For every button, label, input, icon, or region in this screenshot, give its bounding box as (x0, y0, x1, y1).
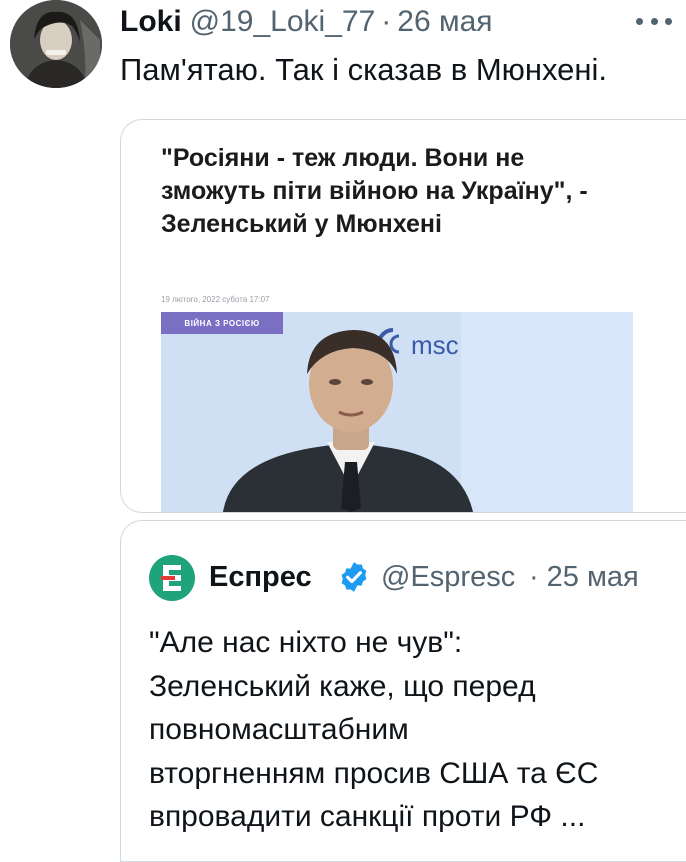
tweet-text: Пам'ятаю. Так і сказав в Мюнхені. (120, 52, 608, 87)
category-tag: ВІЙНА З РОСІЄЮ (161, 312, 283, 334)
avatar-photo (10, 0, 102, 88)
article-photo: msc ВІЙНА З РОСІЄЮ (161, 312, 633, 512)
verified-badge-icon (341, 562, 367, 592)
tweet-media-image[interactable]: "Росіяни - теж люди. Вони не зможуть піт… (120, 119, 686, 513)
quote-header: Еспрес @Espresc · 25 мая (209, 557, 686, 597)
user-handle[interactable]: @19_Loki_77 (190, 5, 376, 39)
tweet-date[interactable]: 26 мая (397, 5, 492, 39)
separator-dot: · (529, 560, 539, 593)
more-dots-icon[interactable] (636, 14, 672, 28)
avatar[interactable] (10, 0, 102, 88)
article-headline: "Росіяни - теж люди. Вони не зможуть піт… (161, 144, 588, 238)
separator-dot: · (381, 5, 392, 38)
quoted-tweet[interactable]: Еспрес @Espresc · 25 мая "Але нас ніхто … (120, 520, 686, 862)
tweet-header: Loki @19_Loki_77 · 26 мая (120, 4, 686, 40)
quote-text-line: "Але нас ніхто не чув": (149, 626, 463, 659)
quote-display-name[interactable]: Еспрес (209, 561, 335, 594)
msc-logo-text: msc (411, 330, 459, 360)
more-dot (650, 17, 658, 25)
quote-text-line: вторгненням просив США та ЄС (149, 756, 599, 790)
quote-text-line: повномасштабним (149, 713, 409, 746)
quote-avatar[interactable] (149, 555, 195, 601)
quote-handle[interactable]: @Espresc (381, 561, 527, 594)
more-dot (665, 17, 672, 25)
quote-date[interactable]: 25 мая (547, 561, 639, 594)
quote-text: "Але нас ніхто не чув": Зеленський каже,… (149, 621, 679, 839)
display-name[interactable]: Loki (120, 5, 182, 39)
espreso-logo-icon (149, 555, 195, 601)
article-date: 19 лютого, 2022 субота 17:07 (161, 295, 270, 304)
more-dot (636, 17, 643, 25)
quote-text-line: впровадити санкції проти РФ ... (149, 800, 586, 833)
speaker-photo: msc (161, 312, 633, 512)
quote-text-line: Зеленський каже, що перед (149, 669, 536, 703)
